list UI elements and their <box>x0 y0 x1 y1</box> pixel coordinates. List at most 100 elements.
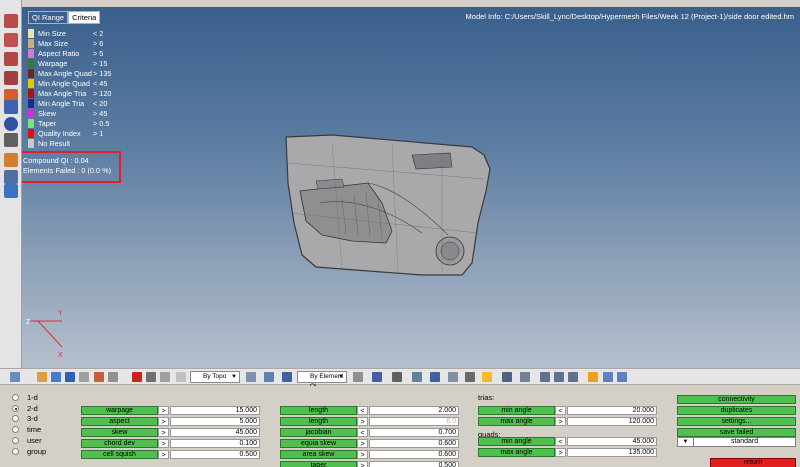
threshold-value-field[interactable]: 5.000 <box>170 417 260 426</box>
door-mesh-model[interactable] <box>272 123 494 283</box>
threshold-value-field[interactable]: 2.000 <box>369 406 459 415</box>
toolbar-icon[interactable] <box>65 372 75 382</box>
jacobian-criterion-button[interactable]: jacobian <box>280 428 357 437</box>
delete-icon[interactable] <box>132 372 142 382</box>
quality-index-icon[interactable] <box>4 153 18 167</box>
warpage-criterion-button[interactable]: warpage <box>81 406 158 415</box>
max-angle-criterion-button[interactable]: max angle <box>478 417 555 426</box>
star-icon[interactable] <box>482 372 492 382</box>
comparison-operator[interactable]: < <box>555 406 566 415</box>
panel-icon[interactable] <box>4 117 18 131</box>
radio-user[interactable]: user <box>12 436 42 445</box>
comparison-operator[interactable]: > <box>158 428 169 437</box>
standard-select[interactable]: ▼ standard <box>677 437 796 447</box>
comparison-operator[interactable]: > <box>357 439 368 448</box>
taper-criterion-button[interactable]: taper <box>280 461 357 467</box>
toolbar-icon[interactable] <box>146 372 156 382</box>
radio-button[interactable] <box>12 394 19 401</box>
comparison-operator[interactable]: > <box>158 439 169 448</box>
threshold-value-field[interactable]: 0.700 <box>369 428 459 437</box>
radio-button[interactable] <box>12 448 19 455</box>
connectivity-button[interactable]: connectivity <box>677 395 796 404</box>
toolbar-icon[interactable] <box>412 372 422 382</box>
duplicates-button[interactable]: duplicates <box>677 406 796 415</box>
toolbar-icon[interactable] <box>282 372 292 382</box>
panel-icon[interactable] <box>4 170 18 184</box>
toolbar-icon[interactable] <box>603 372 613 382</box>
comparison-operator[interactable]: > <box>357 450 368 459</box>
radio-group[interactable]: group <box>12 447 46 456</box>
area-skew-criterion-button[interactable]: area skew <box>280 450 357 459</box>
toolbar-icon[interactable] <box>502 372 512 382</box>
comparison-operator[interactable]: < <box>357 406 368 415</box>
threshold-value-field[interactable]: 0.500 <box>369 461 459 467</box>
panel-icon[interactable] <box>4 52 18 66</box>
comparison-operator[interactable]: > <box>555 448 566 457</box>
comparison-operator[interactable]: < <box>555 437 566 446</box>
comparison-operator[interactable]: > <box>158 450 169 459</box>
chord-dev-criterion-button[interactable]: chord dev <box>81 439 158 448</box>
cell-squish-criterion-button[interactable]: cell squish <box>81 450 158 459</box>
panel-icon[interactable] <box>4 71 18 85</box>
tab-qi-range[interactable]: QI Range <box>28 11 69 24</box>
graphics-viewport[interactable]: Model Info: C:/Users/Skill_Lync/Desktop/… <box>22 7 800 368</box>
length-criterion-button[interactable]: length <box>280 417 357 426</box>
radio-1-d[interactable]: 1-d <box>12 393 38 402</box>
toolbar-icon[interactable] <box>540 372 550 382</box>
threshold-value-field[interactable]: 0.100 <box>170 439 260 448</box>
threshold-value-field[interactable]: 135.000 <box>567 448 657 457</box>
save-failed-button[interactable]: save failed <box>677 428 796 437</box>
toolbar-icon[interactable] <box>520 372 530 382</box>
comparison-operator[interactable]: > <box>555 417 566 426</box>
toolbar-icon[interactable] <box>430 372 440 382</box>
radio-2-d[interactable]: 2-d <box>12 404 38 413</box>
threshold-value-field[interactable]: 20.000 <box>567 406 657 415</box>
toolbar-icon[interactable] <box>79 372 89 382</box>
skew-criterion-button[interactable]: skew <box>81 428 158 437</box>
max-angle-criterion-button[interactable]: max angle <box>478 448 555 457</box>
toolbar-icon[interactable] <box>588 372 598 382</box>
toolbar-icon[interactable] <box>554 372 564 382</box>
toolbar-icon[interactable] <box>617 372 627 382</box>
toolbar-icon[interactable] <box>160 372 170 382</box>
panel-icon[interactable] <box>4 184 18 198</box>
radio-button[interactable] <box>12 437 19 444</box>
toolbar-icon[interactable] <box>465 372 475 382</box>
comparison-operator[interactable]: > <box>158 406 169 415</box>
threshold-value-field[interactable]: 45.000 <box>567 437 657 446</box>
threshold-value-field[interactable]: 6.0 <box>369 417 459 426</box>
by-element-select[interactable]: By Element Qi ▼ <box>297 371 347 390</box>
panel-icon[interactable] <box>4 14 18 28</box>
comparison-operator[interactable]: < <box>357 428 368 437</box>
settings-button[interactable]: settings... <box>677 417 796 426</box>
min-angle-criterion-button[interactable]: min angle <box>478 437 555 446</box>
threshold-value-field[interactable]: 120.000 <box>567 417 657 426</box>
threshold-value-field[interactable]: 0.600 <box>369 450 459 459</box>
radio-button[interactable] <box>12 405 19 412</box>
toolbar-icon[interactable] <box>372 372 382 382</box>
threshold-value-field[interactable]: 0.500 <box>170 450 260 459</box>
toolbar-icon[interactable] <box>176 372 186 382</box>
toolbar-icon[interactable] <box>264 372 274 382</box>
toolbar-icon[interactable] <box>353 372 363 382</box>
toolbar-icon[interactable] <box>448 372 458 382</box>
aspect-criterion-button[interactable]: aspect <box>81 417 158 426</box>
comparison-operator[interactable]: > <box>158 417 169 426</box>
return-button[interactable]: return <box>710 458 796 467</box>
panel-icon[interactable] <box>4 133 18 147</box>
min-angle-criterion-button[interactable]: min angle <box>478 406 555 415</box>
tab-criteria[interactable]: Criteria <box>68 11 101 24</box>
radio-button[interactable] <box>12 426 19 433</box>
radio-time[interactable]: time <box>12 425 41 434</box>
by-topo-select[interactable]: By Topo ▼ <box>190 371 240 383</box>
threshold-value-field[interactable]: 15.000 <box>170 406 260 415</box>
panel-icon[interactable] <box>4 100 18 114</box>
toolbar-icon[interactable] <box>10 372 20 382</box>
comparison-operator[interactable]: > <box>357 461 368 467</box>
toolbar-icon[interactable] <box>568 372 578 382</box>
comparison-operator[interactable]: > <box>357 417 368 426</box>
toolbar-icon[interactable] <box>108 372 118 382</box>
equia-skew-criterion-button[interactable]: equia skew <box>280 439 357 448</box>
toolbar-icon[interactable] <box>392 372 402 382</box>
threshold-value-field[interactable]: 45.000 <box>170 428 260 437</box>
